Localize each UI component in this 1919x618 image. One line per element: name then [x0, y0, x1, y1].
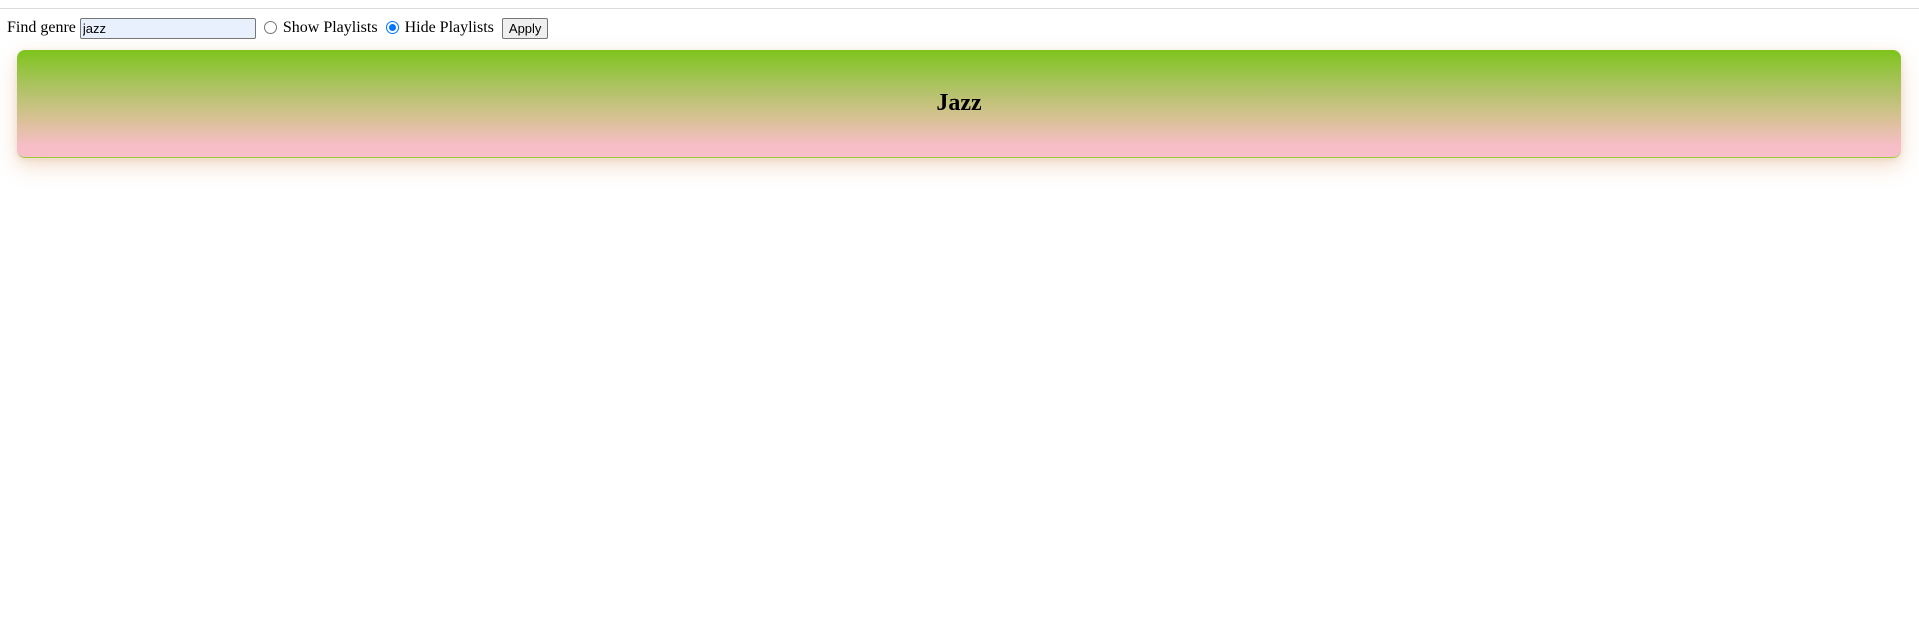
genre-search-input[interactable]	[79, 17, 256, 39]
show-playlists-radio[interactable]	[263, 20, 277, 34]
show-playlists-label[interactable]: Show Playlists	[283, 19, 378, 37]
hide-playlists-label[interactable]: Hide Playlists	[405, 19, 494, 37]
top-divider	[0, 8, 1919, 9]
apply-button[interactable]: Apply	[501, 17, 549, 39]
genre-filter-bar: Find genre Show Playlists Hide Playlists…	[7, 17, 549, 39]
find-genre-label: Find genre	[7, 19, 76, 36]
genre-card: Jazz	[17, 50, 1901, 158]
hide-playlists-radio[interactable]	[385, 20, 399, 34]
genre-title: Jazz	[936, 90, 982, 116]
